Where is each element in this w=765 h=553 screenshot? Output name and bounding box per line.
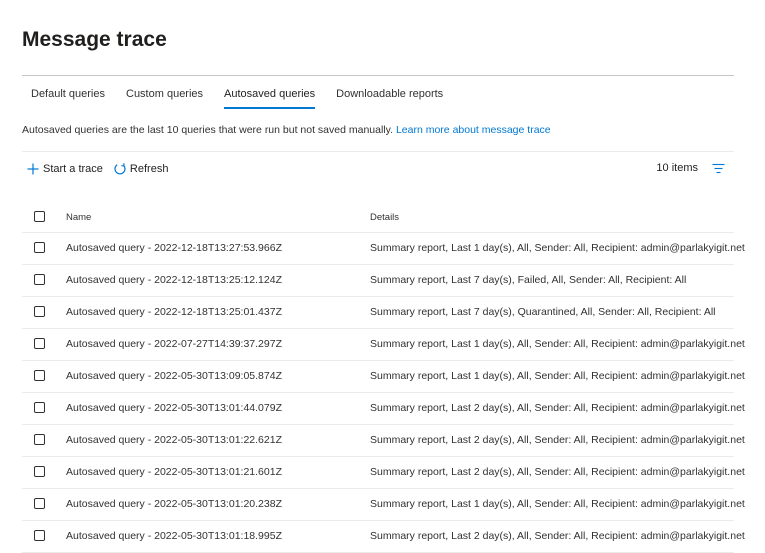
table-row[interactable]: Autosaved query - 2022-05-30T13:01:44.07… — [22, 393, 745, 425]
row-checkbox[interactable] — [34, 338, 45, 349]
column-header-details[interactable]: Details — [370, 203, 399, 232]
add-icon — [27, 163, 39, 175]
query-name[interactable]: Autosaved query - 2022-05-30T13:01:22.62… — [66, 425, 282, 456]
table-row[interactable]: Autosaved query - 2022-05-30T13:01:20.23… — [22, 489, 745, 521]
query-name[interactable]: Autosaved query - 2022-12-18T13:25:12.12… — [66, 265, 282, 296]
query-details: Summary report, Last 1 day(s), All, Send… — [370, 338, 745, 350]
description-text: Autosaved queries are the last 10 querie… — [22, 124, 394, 136]
query-name[interactable]: Autosaved query - 2022-05-30T13:01:44.07… — [66, 393, 282, 424]
start-trace-label: Start a trace — [43, 163, 103, 175]
row-checkbox[interactable] — [34, 434, 45, 445]
query-details: Summary report, Last 2 day(s), All, Send… — [370, 402, 745, 414]
queries-table: Name Details Autosaved query - 2022-12-1… — [22, 203, 745, 553]
table-row[interactable]: Autosaved query - 2022-07-27T14:39:37.29… — [22, 329, 745, 361]
refresh-label: Refresh — [129, 163, 169, 175]
row-checkbox[interactable] — [34, 402, 45, 413]
query-details: Summary report, Last 2 day(s), All, Send… — [370, 466, 745, 478]
select-all-checkbox[interactable] — [34, 211, 45, 222]
tab-autosaved-queries[interactable]: Autosaved queries — [215, 80, 324, 109]
row-checkbox[interactable] — [34, 498, 45, 509]
command-bar-divider — [22, 151, 734, 152]
item-count: 10 items — [656, 162, 698, 174]
row-checkbox[interactable] — [34, 370, 45, 381]
query-name[interactable]: Autosaved query - 2022-05-30T13:01:18.99… — [66, 521, 282, 552]
table-row[interactable]: Autosaved query - 2022-12-18T13:25:12.12… — [22, 265, 734, 297]
query-name[interactable]: Autosaved query - 2022-12-18T13:25:01.43… — [66, 297, 282, 328]
query-details: Summary report, Last 2 day(s), All, Send… — [370, 434, 745, 446]
table-row[interactable]: Autosaved query - 2022-05-30T13:01:21.60… — [22, 457, 745, 489]
query-details: Summary report, Last 1 day(s), All, Send… — [370, 242, 745, 254]
query-details: Summary report, Last 1 day(s), All, Send… — [370, 498, 745, 510]
command-bar: Start a trace Refresh — [26, 160, 178, 178]
filter-icon[interactable] — [712, 163, 725, 174]
query-name[interactable]: Autosaved query - 2022-07-27T14:39:37.29… — [66, 329, 282, 360]
learn-more-link[interactable]: Learn more about message trace — [396, 124, 551, 136]
table-row[interactable]: Autosaved query - 2022-12-18T13:25:01.43… — [22, 297, 734, 329]
start-trace-button[interactable]: Start a trace — [26, 162, 103, 176]
page-description: Autosaved queries are the last 10 querie… — [22, 124, 551, 136]
tab-default-queries[interactable]: Default queries — [22, 80, 114, 108]
table-row[interactable]: Autosaved query - 2022-05-30T13:01:18.99… — [22, 521, 745, 553]
row-checkbox[interactable] — [34, 530, 45, 541]
table-row[interactable]: Autosaved query - 2022-05-30T13:01:22.62… — [22, 425, 745, 457]
query-name[interactable]: Autosaved query - 2022-05-30T13:01:20.23… — [66, 489, 282, 520]
refresh-icon — [114, 163, 126, 175]
table-row[interactable]: Autosaved query - 2022-12-18T13:27:53.96… — [22, 233, 745, 265]
row-checkbox[interactable] — [34, 242, 45, 253]
row-checkbox[interactable] — [34, 306, 45, 317]
row-checkbox[interactable] — [34, 274, 45, 285]
page-title: Message trace — [22, 28, 167, 51]
query-details: Summary report, Last 1 day(s), All, Send… — [370, 370, 745, 382]
tab-downloadable-reports[interactable]: Downloadable reports — [327, 80, 452, 108]
query-details: Summary report, Last 7 day(s), Quarantin… — [370, 306, 716, 318]
tab-list: Default queries Custom queries Autosaved… — [22, 80, 455, 112]
tab-custom-queries[interactable]: Custom queries — [117, 80, 212, 108]
table-row[interactable]: Autosaved query - 2022-05-30T13:09:05.87… — [22, 361, 745, 393]
query-name[interactable]: Autosaved query - 2022-05-30T13:01:21.60… — [66, 457, 282, 488]
table-header: Name Details — [22, 203, 734, 233]
refresh-button[interactable]: Refresh — [113, 162, 169, 176]
query-details: Summary report, Last 2 day(s), All, Send… — [370, 530, 745, 542]
query-name[interactable]: Autosaved query - 2022-05-30T13:09:05.87… — [66, 361, 282, 392]
row-checkbox[interactable] — [34, 466, 45, 477]
query-name[interactable]: Autosaved query - 2022-12-18T13:27:53.96… — [66, 233, 282, 264]
query-details: Summary report, Last 7 day(s), Failed, A… — [370, 274, 687, 286]
header-divider — [22, 75, 734, 76]
column-header-name[interactable]: Name — [66, 203, 91, 232]
